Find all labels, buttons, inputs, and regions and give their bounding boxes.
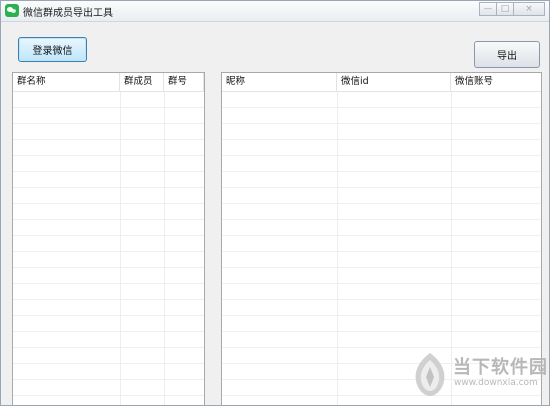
login-wechat-button[interactable]: 登录微信 (18, 37, 87, 62)
member-list-header: 昵称 微信id 微信账号 (222, 73, 541, 92)
title-bar[interactable]: 微信群成员导出工具 — □ × (1, 1, 549, 22)
column-header-wechat-id[interactable]: 微信id (337, 73, 451, 91)
watermark-name: 当下软件园 (453, 357, 548, 378)
minimize-icon: — (483, 4, 493, 14)
app-window: 微信群成员导出工具 — □ × 登录微信 导出 群名称 群成员 群号 昵称 微信… (0, 0, 550, 406)
group-list[interactable]: 群名称 群成员 群号 (12, 72, 205, 405)
watermark: 当下软件园 www.downxia.com (409, 347, 549, 403)
window-controls: — □ × (479, 2, 545, 18)
group-list-rows[interactable] (13, 92, 204, 405)
column-divider (337, 92, 338, 405)
maximize-button[interactable]: □ (496, 2, 514, 16)
close-button[interactable]: × (513, 2, 545, 16)
column-header-wechat-account[interactable]: 微信账号 (451, 73, 541, 91)
column-header-group-number[interactable]: 群号 (164, 73, 204, 91)
column-header-group-members[interactable]: 群成员 (120, 73, 164, 91)
wechat-app-icon (5, 4, 19, 17)
window-title: 微信群成员导出工具 (23, 8, 113, 19)
close-icon: × (525, 4, 533, 14)
watermark-url: www.downxia.com (454, 378, 538, 388)
column-header-group-name[interactable]: 群名称 (13, 73, 120, 91)
column-header-nickname[interactable]: 昵称 (222, 73, 337, 91)
column-divider (120, 92, 121, 405)
column-divider (164, 92, 165, 405)
export-button[interactable]: 导出 (474, 41, 540, 68)
minimize-button[interactable]: — (479, 2, 497, 16)
maximize-icon: □ (500, 4, 510, 14)
downxia-logo-icon (415, 353, 445, 396)
group-list-header: 群名称 群成员 群号 (13, 73, 204, 92)
